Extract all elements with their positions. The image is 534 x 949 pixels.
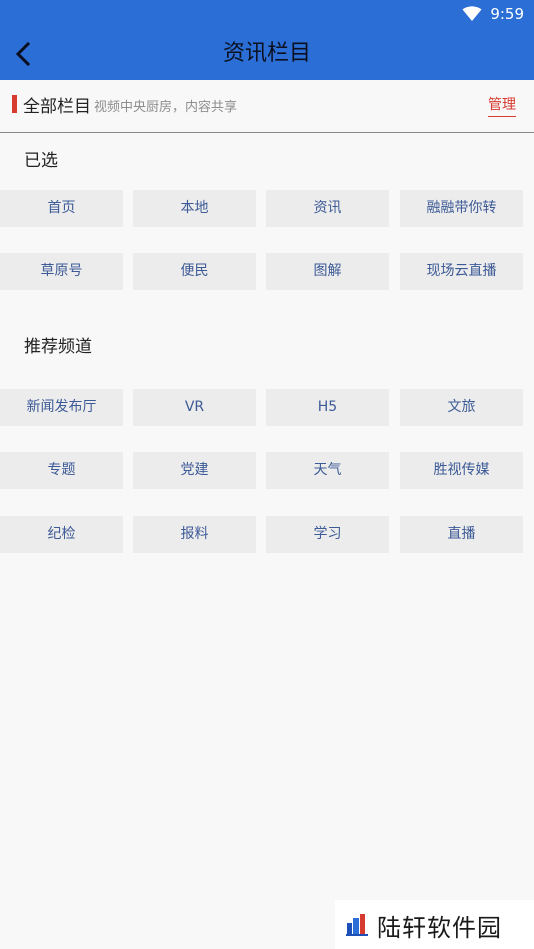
status-time: 9:59	[490, 5, 524, 23]
status-right: 9:59	[462, 4, 524, 24]
section-title: 全部栏目	[23, 97, 91, 117]
wifi-icon	[462, 6, 482, 21]
watermark-logo-icon	[346, 914, 368, 936]
selected-label: 已选	[24, 151, 58, 171]
chip-recommended[interactable]: 纪检	[0, 516, 123, 553]
chip-selected[interactable]: 现场云直播	[400, 253, 523, 290]
chip-recommended[interactable]: 学习	[266, 516, 389, 553]
chip-recommended[interactable]: VR	[133, 389, 256, 426]
chip-selected[interactable]: 资讯	[266, 190, 389, 227]
chip-recommended[interactable]: 新闻发布厅	[0, 389, 123, 426]
chip-recommended[interactable]: 党建	[133, 452, 256, 489]
recommended-label: 推荐频道	[24, 337, 92, 357]
chip-selected[interactable]: 图解	[266, 253, 389, 290]
section-subtitle: 视频中央厨房，内容共享	[94, 100, 238, 115]
chip-recommended[interactable]: 天气	[266, 452, 389, 489]
all-columns-header: 全部栏目 视频中央厨房，内容共享 管理	[0, 80, 534, 132]
chip-recommended[interactable]: 直播	[400, 516, 523, 553]
chip-recommended[interactable]: 胜视传媒	[400, 452, 523, 489]
manage-button[interactable]: 管理	[488, 94, 516, 117]
chip-selected[interactable]: 首页	[0, 190, 123, 227]
chip-recommended[interactable]: H5	[266, 389, 389, 426]
chip-selected[interactable]: 本地	[133, 190, 256, 227]
chip-recommended[interactable]: 报料	[133, 516, 256, 553]
status-bar: 9:59	[0, 0, 534, 28]
divider	[0, 132, 534, 133]
chip-recommended[interactable]: 专题	[0, 452, 123, 489]
chip-selected[interactable]: 融融带你转	[400, 190, 523, 227]
chip-recommended[interactable]: 文旅	[400, 389, 523, 426]
app-bar: 资讯栏目	[0, 28, 534, 80]
chip-selected[interactable]: 便民	[133, 253, 256, 290]
chip-selected[interactable]: 草原号	[0, 253, 123, 290]
section-marker	[12, 95, 17, 113]
watermark: 陆轩软件园	[335, 900, 534, 949]
watermark-text: 陆轩软件园	[377, 914, 502, 942]
page-title: 资讯栏目	[222, 41, 311, 66]
